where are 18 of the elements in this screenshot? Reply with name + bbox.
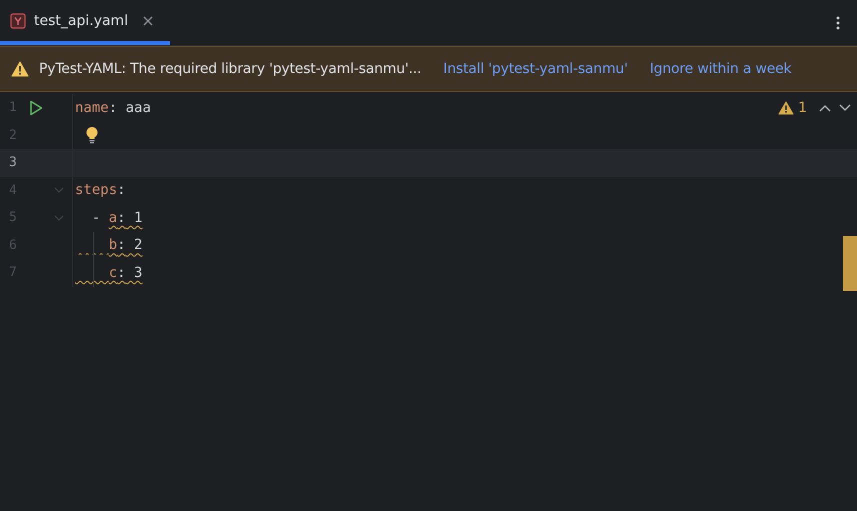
run-icon[interactable]	[28, 100, 43, 116]
code-line: c: 3	[108, 264, 142, 283]
code-line: - a: 1	[90, 208, 142, 228]
code-line: name: aaa	[75, 98, 151, 118]
code-line: steps:	[75, 181, 126, 200]
warning-count: 1	[798, 100, 807, 116]
close-icon[interactable]	[142, 14, 154, 26]
yaml-file-icon	[10, 12, 26, 28]
line-number: 3	[8, 155, 18, 170]
warning-stripe	[843, 236, 857, 291]
banner-link[interactable]: Install 'pytest-yaml-sanmu'	[443, 61, 628, 77]
code-line: b: 2	[108, 236, 142, 256]
warning-icon	[11, 61, 29, 77]
lightbulb-icon[interactable]	[85, 126, 99, 144]
banner-message: PyTest-YAML: The required library 'pytest-yaml-sanmu'...	[39, 61, 422, 77]
banner-link[interactable]: Ignore within a week	[650, 61, 792, 77]
warning-icon	[778, 101, 794, 115]
more-options-icon[interactable]	[835, 14, 841, 30]
